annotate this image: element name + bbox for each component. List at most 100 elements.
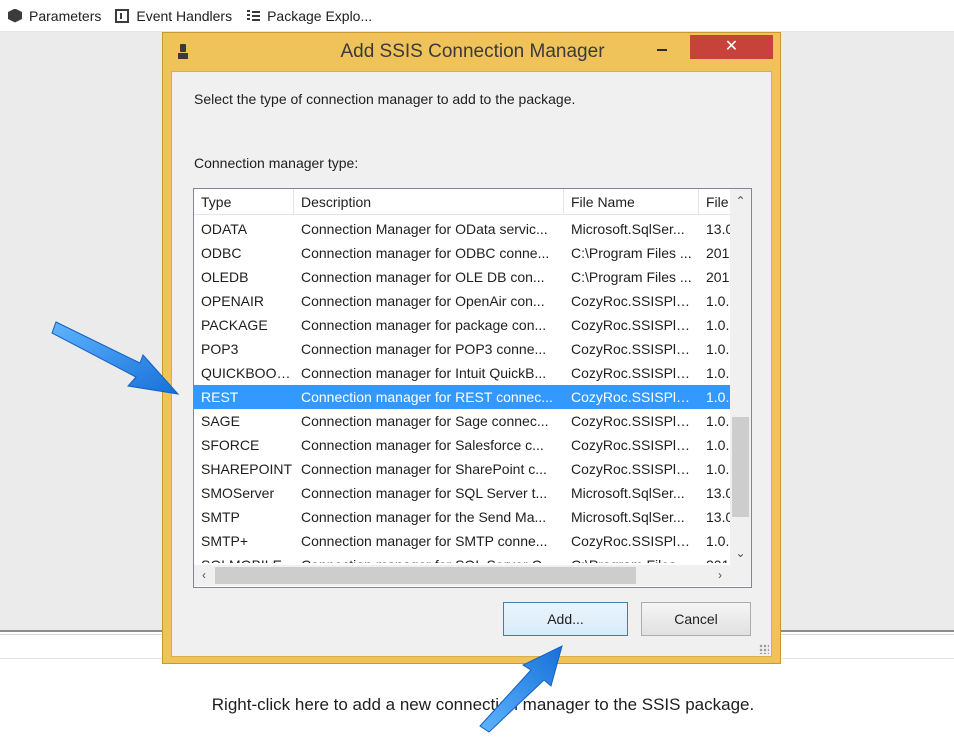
list-row-sharepoint[interactable]: SHAREPOINT Connection manager for SharePo… [194,457,730,481]
cell-type: REST [201,389,239,405]
scroll-up-icon[interactable]: ⌃ [730,191,751,211]
horizontal-scrollbar[interactable]: ‹ › [194,565,730,586]
list-row-odbc[interactable]: ODBC Connection manager for ODBC conne...… [194,241,730,265]
cell-file-name: C:\Program Files ... [571,245,692,261]
cell-type: SMTP+ [201,533,249,549]
list-row-sqlmobile[interactable]: SQLMOBILEConnection manager for SQL Serv… [194,553,730,563]
cell-type: OPENAIR [201,293,265,309]
package-icon [8,8,22,23]
cell-file: 13.0 [706,509,730,525]
cancel-button[interactable]: Cancel [641,602,751,636]
resize-grip-icon[interactable] [759,644,769,654]
list-row-smtp-[interactable]: SMTP+ Connection manager for SMTP conne..… [194,529,730,553]
cell-file-name: CozyRoc.SSISPlus... [571,437,699,453]
cell-file: 1.0. [706,461,730,477]
cell-file: 1.0. [706,341,730,357]
vertical-scrollbar[interactable]: ⌃ ⌄ [730,189,751,565]
connection-type-list[interactable]: Type Description File Name File ODATA Con… [193,188,752,588]
cell-file: 201 [706,269,730,285]
cell-file-name: CozyRoc.SSISPlus... [571,413,699,429]
cell-file: 13.0 [706,221,730,237]
cell-file-name: Microsoft.SqlSer... [571,221,685,237]
dialog-body: Select the type of connection manager to… [171,71,772,657]
cell-description: Connection manager for the Send Ma... [301,509,547,525]
cell-type: POP3 [201,341,239,357]
cell-type: SMTP [201,509,240,525]
parameters-tab-label: Parameters [29,7,102,24]
event-handlers-tab-label: Event Handlers [136,7,233,24]
cell-file: 201 [706,245,730,261]
column-header-type[interactable]: Type [194,189,294,215]
cell-file-name: CozyRoc.SSISPlus... [571,293,699,309]
list-row-odata[interactable]: ODATA Connection Manager for OData servic… [194,217,730,241]
cell-description: Connection manager for Intuit QuickB... [301,365,547,381]
cell-description: Connection manager for REST connec... [301,389,553,405]
cell-type: SMOServer [201,485,275,501]
scrollbar-corner [730,565,751,586]
list-row-smoserver[interactable]: SMOServer Connection manager for SQL Serv… [194,481,730,505]
cell-file-name: CozyRoc.SSISPlus... [571,533,699,549]
cell-file: 1.0. [706,533,730,549]
dialog-title-bar[interactable]: Add SSIS Connection Manager ✕ [163,33,780,71]
cell-file-name: Microsoft.SqlSer... [571,509,685,525]
list-row-quickbooks[interactable]: QUICKBOOKS Connection manager for Intuit … [194,361,730,385]
cell-description: Connection manager for SQL Server t... [301,485,548,501]
dialog-prompt: Select the type of connection manager to… [194,91,576,107]
cell-description: Connection manager for Salesforce c... [301,437,544,453]
scroll-down-icon[interactable]: ⌄ [730,543,751,563]
add-connection-manager-dialog: Add SSIS Connection Manager ✕ Select the… [162,32,781,664]
list-rows: ODATA Connection Manager for OData servic… [194,217,730,563]
column-header-description[interactable]: Description [294,189,564,215]
cell-type: ODATA [201,221,248,237]
cell-file: 1.0. [706,293,730,309]
designer-toolbar: Parameters Event Handlers Package Explo.… [0,0,954,32]
cell-description: Connection manager for OpenAir con... [301,293,545,309]
list-row-rest[interactable]: REST Connection manager for REST connec..… [194,385,730,409]
close-button[interactable]: ✕ [690,35,773,59]
cell-description: Connection manager for Sage connec... [301,413,549,429]
package-explorer-tab[interactable]: Package Explo... [246,8,372,24]
column-header-file-name[interactable]: File Name [564,189,699,215]
parameters-tab[interactable]: Parameters [8,8,101,24]
cell-type: QUICKBOOKS [201,365,294,381]
close-icon: ✕ [724,38,739,55]
cell-type: SQLMOBILE [194,553,294,563]
event-handler-icon [115,8,130,23]
cell-file-name: Microsoft.SqlSer... [571,485,685,501]
list-row-package[interactable]: PACKAGE Connection manager for package co… [194,313,730,337]
cell-file-name: CozyRoc.SSISPlus... [571,341,699,357]
cell-file-name: CozyRoc.SSISPlus... [571,461,699,477]
cell-type: SAGE [201,413,240,429]
cell-description: Connection manager for SMTP conne... [301,533,548,549]
cell-file-name: C:\Program Files ... [564,553,699,563]
list-row-sage[interactable]: SAGE Connection manager for Sage connec..… [194,409,730,433]
cell-description: Connection manager for OLE DB con... [301,269,545,285]
scroll-left-icon[interactable]: ‹ [194,565,214,586]
cell-description: Connection manager for SharePoint c... [301,461,547,477]
scroll-right-icon[interactable]: › [710,565,730,586]
cell-type: OLEDB [201,269,249,285]
list-label: Connection manager type: [194,155,359,171]
horizontal-scroll-thumb[interactable] [215,567,636,584]
cell-file-name: CozyRoc.SSISPlus... [571,317,699,333]
list-row-sforce[interactable]: SFORCE Connection manager for Salesforce … [194,433,730,457]
cell-file: 1.0. [706,389,730,405]
cell-type: PACKAGE [201,317,268,333]
event-handlers-tab[interactable]: Event Handlers [115,8,232,24]
vertical-scroll-thumb[interactable] [732,417,749,517]
cell-file: 13.0 [706,485,730,501]
cell-file: 1.0. [706,317,730,333]
cell-description: Connection manager for package con... [301,317,547,333]
cell-file: 1.0. [706,437,730,453]
cell-type: SHAREPOINT [201,461,293,477]
list-row-smtp[interactable]: SMTP Connection manager for the Send Ma..… [194,505,730,529]
list-row-openair[interactable]: OPENAIR Connection manager for OpenAir co… [194,289,730,313]
minimize-button[interactable] [647,33,677,59]
list-row-pop3[interactable]: POP3 Connection manager for POP3 conne...… [194,337,730,361]
cell-type: SFORCE [201,437,260,453]
add-button[interactable]: Add... [503,602,628,636]
cell-description: Connection Manager for OData servic... [301,221,548,237]
list-row-oledb[interactable]: OLEDB Connection manager for OLE DB con..… [194,265,730,289]
cell-description: Connection manager for POP3 conne... [301,341,547,357]
cell-file: 201 [699,553,730,563]
